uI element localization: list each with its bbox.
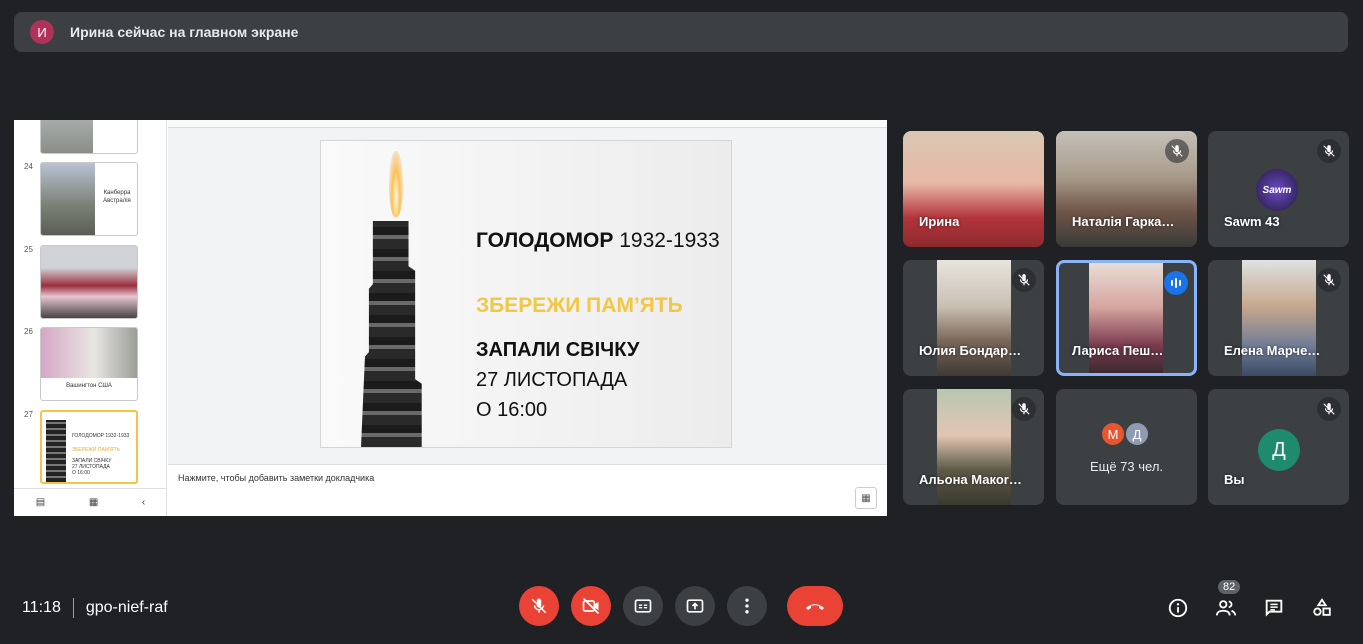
- slide-thumbnail-selected[interactable]: ГОЛОДОМОР 1932-1933 ЗБЕРЕЖИ ПАМ'ЯТЬ ЗАПА…: [40, 410, 138, 484]
- grid-view-icon[interactable]: ▦: [89, 497, 98, 508]
- presenting-banner: И Ирина сейчас на главном экране: [14, 12, 1348, 52]
- slide-line: О 16:00: [476, 399, 548, 421]
- speaking-indicator-icon: [1164, 271, 1188, 295]
- others-count: Ещё 73 чел.: [1089, 459, 1164, 474]
- leave-call-button[interactable]: [787, 586, 843, 626]
- participant-tile[interactable]: Наталія Гарка…: [1056, 131, 1197, 247]
- meeting-details-button[interactable]: [1166, 596, 1190, 620]
- present-icon: [686, 599, 704, 613]
- mic-off-icon: [531, 598, 547, 614]
- meeting-info: 11:18 gpo-nief-raf: [22, 598, 168, 618]
- mic-off-icon: [1165, 139, 1189, 163]
- slide-caption: Канберра Австралія: [103, 190, 131, 204]
- presenter-avatar: И: [30, 20, 54, 44]
- participant-name: Юлия Бондар…: [919, 343, 1022, 358]
- mic-off-icon: [1317, 139, 1341, 163]
- mic-off-icon: [1012, 397, 1036, 421]
- people-count-badge: 82: [1218, 580, 1241, 594]
- speaker-notes[interactable]: Нажмите, чтобы добавить заметки докладчи…: [168, 464, 887, 516]
- slide-editor: ГОЛОДОМОР 1932-1933 ЗБЕРЕЖИ ПАМ’ЯТЬ ЗАПА…: [168, 120, 887, 516]
- call-controls: [519, 586, 855, 626]
- shared-screen: 24 Канберра Австралія 25 26 Вашингтон СШ…: [14, 120, 887, 516]
- participant-tile[interactable]: Юлия Бондар…: [903, 260, 1044, 376]
- self-tile[interactable]: Д Вы: [1208, 389, 1349, 505]
- others-tile[interactable]: М Д Ещё 73 чел.: [1056, 389, 1197, 505]
- slide-thumbnail[interactable]: [40, 245, 138, 319]
- ruler: [168, 120, 887, 128]
- activities-button[interactable]: [1310, 596, 1334, 620]
- candle-collage-image: [361, 221, 422, 447]
- participant-avatar: Sawm: [1256, 169, 1298, 211]
- participant-name: Наталія Гарка…: [1072, 214, 1175, 229]
- meeting-time: 11:18: [22, 599, 61, 616]
- slide-thumbnails-panel: 24 Канберра Австралія 25 26 Вашингтон СШ…: [14, 120, 167, 516]
- participant-tile[interactable]: Sawm Sawm 43: [1208, 131, 1349, 247]
- current-slide[interactable]: ГОЛОДОМОР 1932-1933 ЗБЕРЕЖИ ПАМ’ЯТЬ ЗАПА…: [320, 140, 732, 448]
- side-panel-buttons: 82: [1166, 580, 1358, 620]
- camera-off-icon: [582, 597, 600, 615]
- slide-thumbnail[interactable]: Канберра Австралія: [40, 162, 138, 236]
- slide-caption: Вашингтон США: [66, 383, 112, 389]
- chat-button[interactable]: [1262, 596, 1286, 620]
- divider: [72, 598, 74, 618]
- participant-tile[interactable]: Ирина: [903, 131, 1044, 247]
- participant-name: Вы: [1224, 472, 1245, 487]
- more-vert-icon: [745, 598, 749, 614]
- people-button[interactable]: 82: [1214, 580, 1241, 620]
- present-button[interactable]: [675, 586, 715, 626]
- people-icon: [1215, 600, 1237, 616]
- slide-title: ГОЛОДОМОР 1932-1933: [476, 229, 720, 252]
- participant-video: [903, 131, 1044, 247]
- notes-placeholder: Нажмите, чтобы добавить заметки докладчи…: [178, 473, 375, 483]
- camera-toggle-button[interactable]: [571, 586, 611, 626]
- participant-video: [937, 260, 1011, 376]
- mic-off-icon: [1317, 397, 1341, 421]
- mic-off-icon: [1317, 268, 1341, 292]
- presenting-text: Ирина сейчас на главном экране: [70, 24, 299, 40]
- slide-line: 27 ЛИСТОПАДА: [476, 369, 628, 391]
- slide-thumbnail[interactable]: [40, 120, 138, 154]
- participant-tile[interactable]: Елена Марче…: [1208, 260, 1349, 376]
- participant-video: [1242, 260, 1316, 376]
- slide-subtitle: ЗБЕРЕЖИ ПАМ’ЯТЬ: [476, 294, 683, 317]
- list-view-icon[interactable]: ▤: [36, 497, 45, 508]
- participant-video: [937, 389, 1011, 505]
- participant-name: Sawm 43: [1224, 214, 1280, 229]
- participant-name: Альона Макоr…: [919, 472, 1022, 487]
- slide-thumbnail[interactable]: Вашингтон США: [40, 327, 138, 401]
- captions-button[interactable]: [623, 586, 663, 626]
- meeting-code: gpo-nief-raf: [85, 599, 168, 616]
- other-avatar: Д: [1124, 421, 1150, 447]
- thumbnail-toolbar: ▤ ▦ ‹: [14, 488, 167, 516]
- hang-up-icon: [806, 604, 824, 610]
- participant-tile-speaking[interactable]: Лариса Пеш…: [1056, 260, 1197, 376]
- more-options-button[interactable]: [727, 586, 767, 626]
- self-avatar: Д: [1258, 429, 1300, 471]
- slide-number: 24: [24, 162, 33, 171]
- mic-off-icon: [1012, 268, 1036, 292]
- slide-line: ЗАПАЛИ СВІЧКУ: [476, 339, 640, 361]
- participant-name: Ирина: [919, 214, 960, 229]
- captions-icon: [634, 599, 652, 613]
- participant-tile[interactable]: Альона Макоr…: [903, 389, 1044, 505]
- activities-icon: [1313, 598, 1331, 616]
- mic-toggle-button[interactable]: [519, 586, 559, 626]
- info-icon: [1168, 598, 1188, 618]
- participant-name: Елена Марче…: [1224, 343, 1321, 358]
- other-avatar: М: [1100, 421, 1126, 447]
- participant-name: Лариса Пеш…: [1072, 343, 1164, 358]
- slide-number: 27: [24, 410, 33, 419]
- collapse-icon[interactable]: ‹: [142, 497, 145, 508]
- slide-number: 26: [24, 327, 33, 336]
- chat-icon: [1265, 599, 1283, 617]
- notes-add-icon[interactable]: ▦: [855, 487, 877, 509]
- slide-number: 25: [24, 245, 33, 254]
- candle-flame-image: [389, 151, 403, 217]
